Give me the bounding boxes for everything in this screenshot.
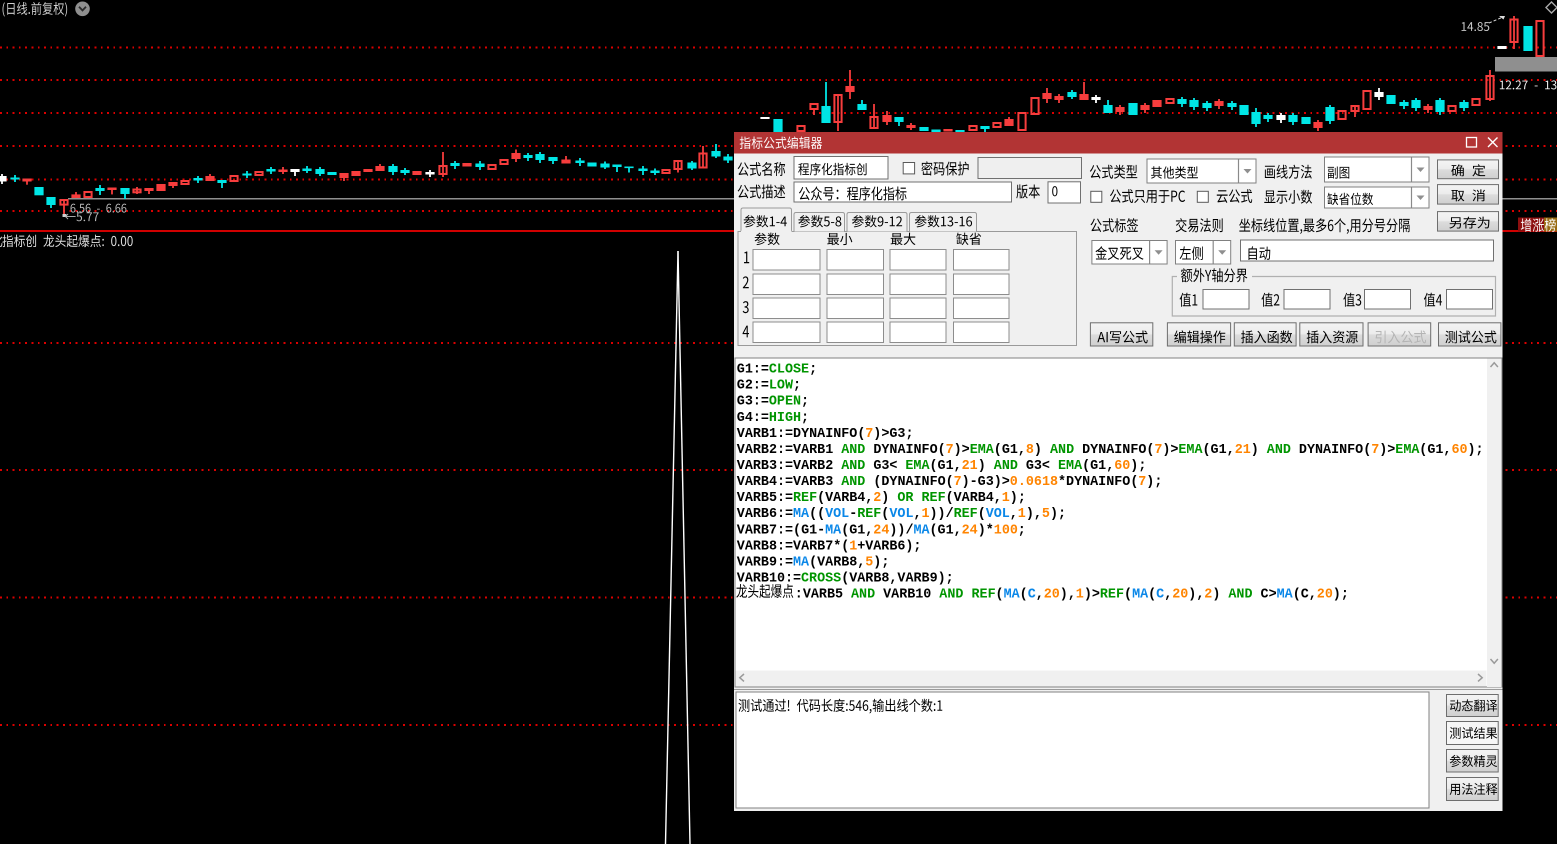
svg-text:VARB9:=MA(VARB8,5);: VARB9:=MA(VARB8,5); xyxy=(737,555,890,570)
svg-text:VARB1:=DYNAINFO(7)>G3;: VARB1:=DYNAINFO(7)>G3; xyxy=(737,427,914,442)
svg-text:VARB3:=VARB2 AND G3< EMA(G1,21: VARB3:=VARB2 AND G3< EMA(G1,21) AND G3< … xyxy=(737,459,1147,474)
svg-text:VARB2:=VARB1 AND DYNAINFO(7)>E: VARB2:=VARB1 AND DYNAINFO(7)>EMA(G1,8) A… xyxy=(737,443,1484,458)
svg-text:G1:=CLOSE;: G1:=CLOSE; xyxy=(737,363,817,378)
svg-text:G2:=LOW;: G2:=LOW; xyxy=(737,379,801,394)
svg-text:G3:=OPEN;: G3:=OPEN; xyxy=(737,395,809,410)
svg-text::VARB5 AND VARB10 AND REF(MA(C: :VARB5 AND VARB10 AND REF(MA(C,20),1)>RE… xyxy=(795,588,1349,603)
svg-text:VARB6:=MA((VOL-REF(VOL,1))/REF: VARB6:=MA((VOL-REF(VOL,1))/REF(VOL,1),5)… xyxy=(737,507,1066,522)
svg-text:VARB7:=(G1-MA(G1,24))/MA(G1,24: VARB7:=(G1-MA(G1,24))/MA(G1,24)*100; xyxy=(737,523,1026,538)
svg-text:VARB4:=VARB3 AND (DYNAINFO(7)-: VARB4:=VARB3 AND (DYNAINFO(7)-G3)>0.0618… xyxy=(737,475,1163,490)
svg-text:VARB10:=CROSS(VARB8,VARB9);: VARB10:=CROSS(VARB8,VARB9); xyxy=(737,572,954,587)
svg-text:VARB5:=REF(VARB4,2) OR REF(VAR: VARB5:=REF(VARB4,2) OR REF(VARB4,1); xyxy=(737,491,1026,506)
svg-text:VARB8:=VARB7*(1+VARB6);: VARB8:=VARB7*(1+VARB6); xyxy=(737,539,922,554)
svg-text:G4:=HIGH;: G4:=HIGH; xyxy=(737,411,809,426)
